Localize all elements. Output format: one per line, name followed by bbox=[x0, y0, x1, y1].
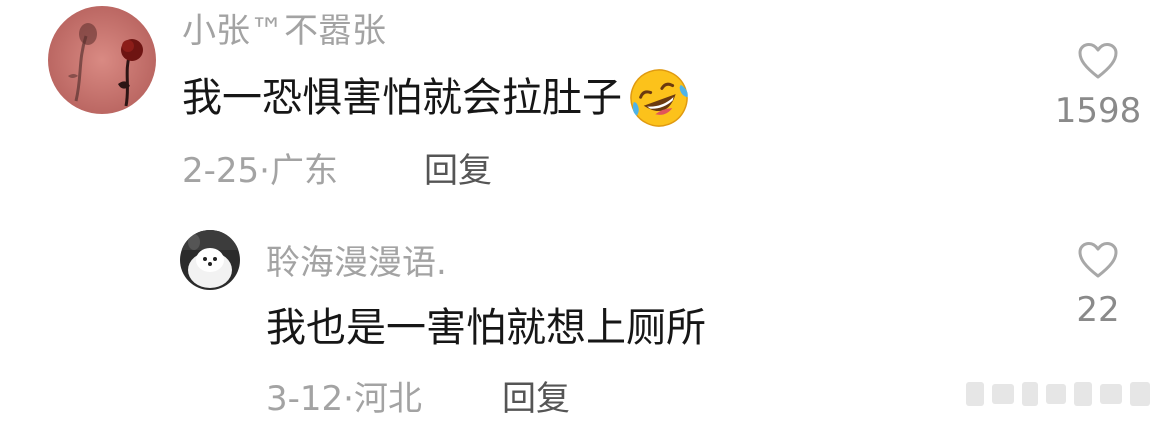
heart-icon bbox=[1078, 242, 1118, 278]
comment-text-content: 我一恐惧害怕就会拉肚子 bbox=[182, 75, 622, 121]
comment-text: 我一恐惧害怕就会拉肚子 bbox=[182, 68, 690, 128]
rose-avatar-image bbox=[48, 6, 156, 114]
avatar[interactable] bbox=[48, 6, 156, 114]
like-count: 22 bbox=[1076, 290, 1120, 330]
reply-button[interactable]: 回复 bbox=[424, 154, 492, 188]
rolling-on-floor-laughing-icon bbox=[630, 69, 688, 127]
comment-text: 我也是一害怕就想上厕所 bbox=[266, 306, 706, 350]
comment-location: 河北 bbox=[353, 379, 422, 419]
comment-username[interactable]: 聆海漫漫语. bbox=[266, 246, 447, 280]
watermark-logo bbox=[966, 382, 1150, 406]
dog-avatar-image bbox=[180, 230, 240, 290]
meta-separator: · bbox=[343, 379, 354, 419]
comment-meta: 2-25·广东 bbox=[182, 154, 338, 188]
like-button[interactable]: 1598 bbox=[1048, 42, 1148, 128]
comment-date: 2-25 bbox=[182, 151, 260, 191]
reply-button[interactable]: 回复 bbox=[502, 382, 570, 416]
comment-text-content: 我也是一害怕就想上厕所 bbox=[266, 305, 706, 351]
comment-date: 3-12 bbox=[266, 379, 344, 419]
comment-meta: 3-12·河北 bbox=[266, 382, 422, 416]
comment-location: 广东 bbox=[269, 151, 338, 191]
like-count: 1598 bbox=[1054, 91, 1142, 131]
comment-username[interactable]: 小张™不嚣张 bbox=[182, 14, 386, 48]
meta-separator: · bbox=[259, 151, 270, 191]
like-button[interactable]: 22 bbox=[1048, 241, 1148, 327]
heart-icon bbox=[1078, 43, 1118, 79]
avatar[interactable] bbox=[180, 230, 240, 290]
